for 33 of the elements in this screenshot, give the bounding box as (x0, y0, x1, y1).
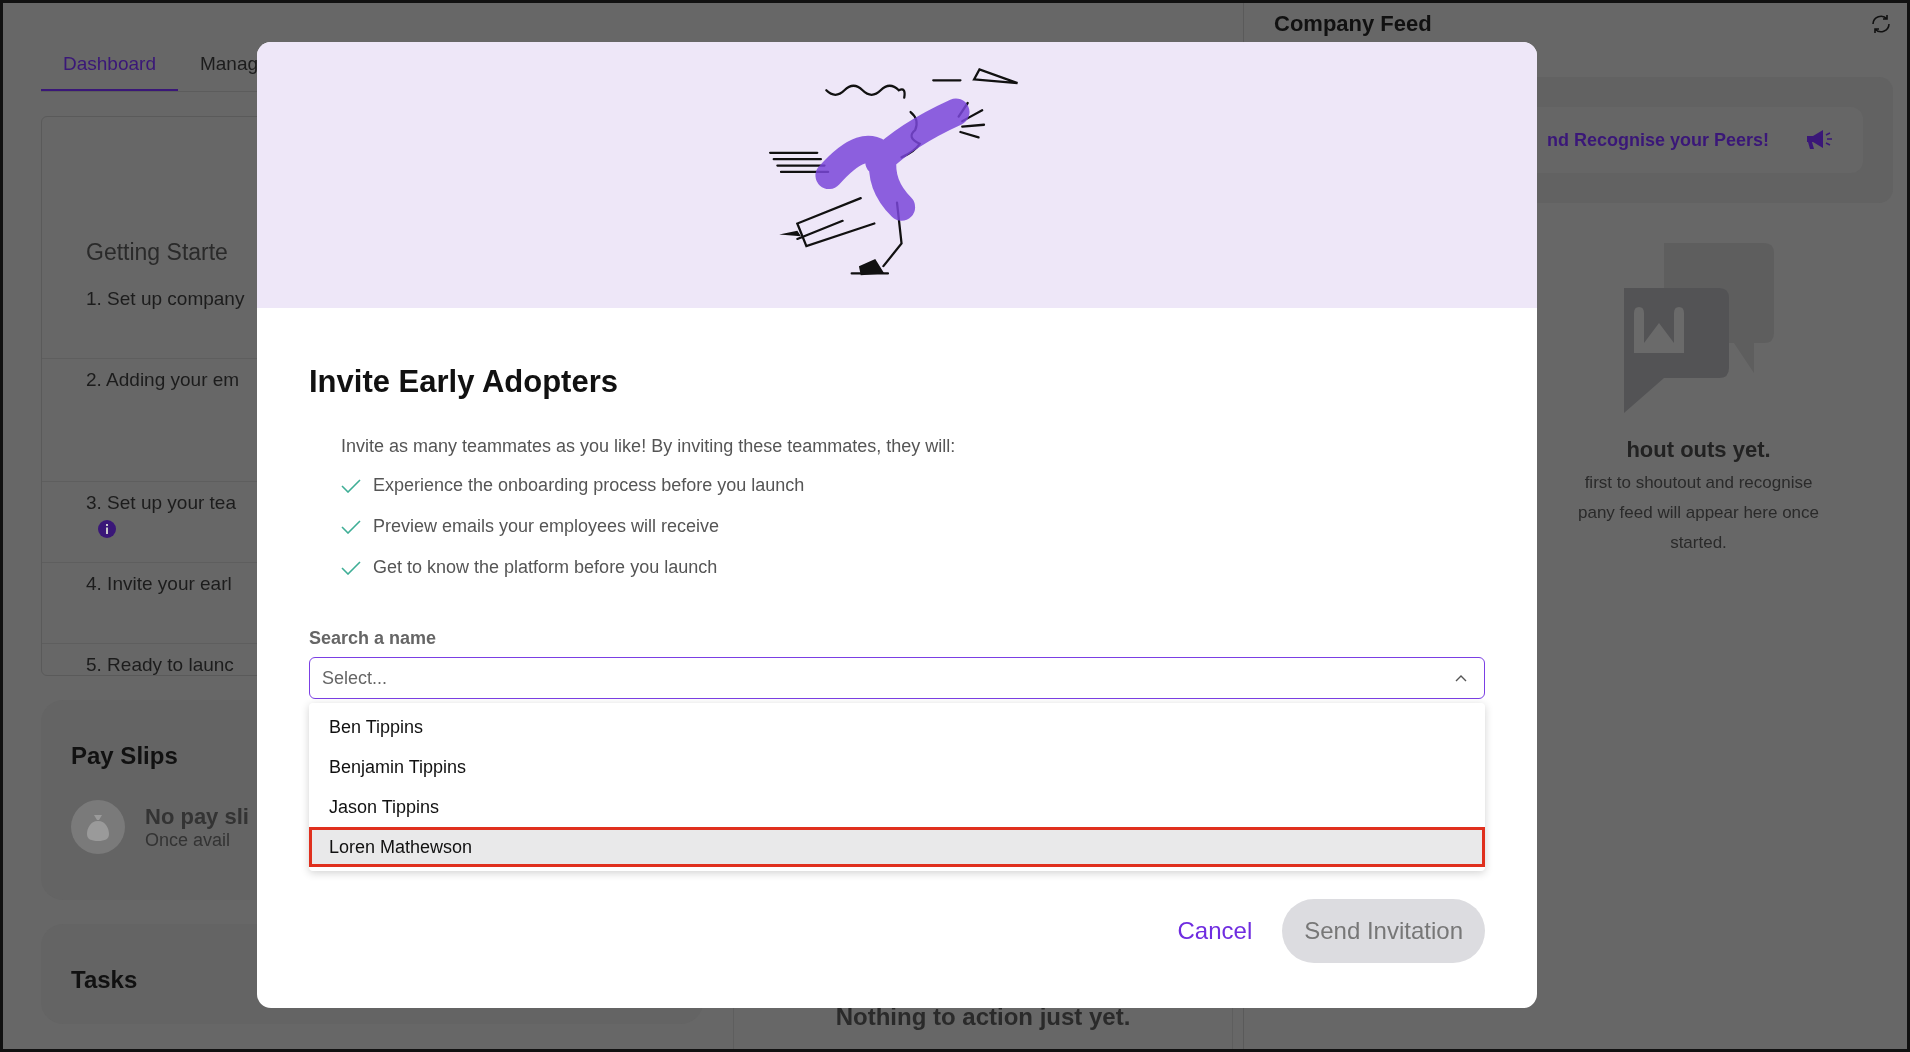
benefit-text: Get to know the platform before you launch (373, 557, 718, 578)
field-label: Search a name (309, 628, 437, 649)
step-label: 3. Set up your tea (86, 492, 236, 514)
refresh-icon[interactable] (1869, 12, 1893, 36)
dropdown-option[interactable]: Jason Tippins (309, 787, 1485, 827)
empty-text: pany feed will appear here once (1578, 503, 1819, 523)
intro-text: Invite as many teammates as you like! By inviting these teammates, they will: (341, 436, 957, 457)
checkmark-icon (341, 560, 361, 575)
card-title: Tasks (71, 966, 138, 994)
dropdown-option[interactable]: Loren Mathewson (309, 827, 1485, 867)
empty-text: started. (1670, 533, 1727, 553)
cancel-button[interactable]: Cancel (1177, 909, 1253, 953)
chevron-up-icon (1455, 674, 1467, 682)
banner-text: nd Recognise your Peers! (1546, 129, 1769, 151)
empty-title: hout outs yet. (1626, 437, 1771, 463)
name-select-field[interactable]: Select... (309, 657, 1485, 699)
checkmark-icon (341, 519, 361, 534)
step-label: 5. Ready to launc (86, 654, 234, 676)
info-icon[interactable] (98, 520, 116, 538)
benefit-text: Preview emails your employees will receive (373, 516, 720, 537)
card-title: Getting Starte (86, 239, 228, 266)
dropdown-option[interactable]: Benjamin Tippins (309, 747, 1485, 787)
empty-text: first to shoutout and recognise (1584, 473, 1813, 493)
card-title: Pay Slips (71, 742, 178, 770)
dialog-title: Invite Early Adopters (309, 364, 619, 400)
megaphone-icon (1805, 129, 1833, 151)
dropdown-option[interactable]: Ben Tippins (309, 707, 1485, 747)
benefit-text: Experience the onboarding process before you launch (373, 475, 805, 496)
step-label: 2. Adding your em (86, 369, 240, 391)
checkmark-icon (341, 478, 361, 493)
step-label: 1. Set up company (86, 288, 245, 310)
step-label: 4. Invite your earl (86, 573, 232, 595)
panel-title: Company Feed (1274, 11, 1432, 37)
